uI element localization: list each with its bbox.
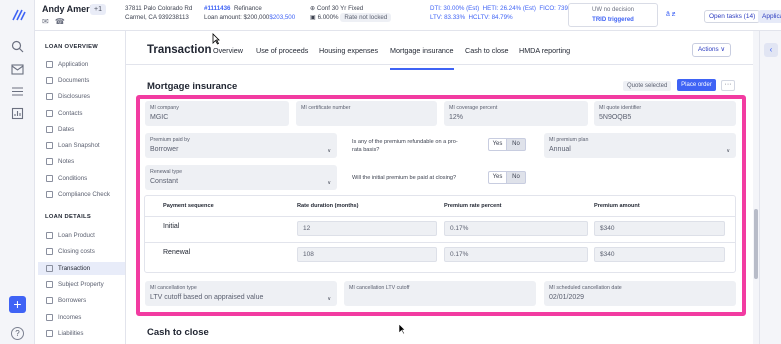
inbox-icon[interactable]	[11, 63, 24, 76]
borrowers-icon	[46, 297, 53, 304]
sidebar-item-loan-product[interactable]: Loan Product	[38, 229, 125, 242]
sidebar-item-disclosures[interactable]: Disclosures	[38, 90, 125, 103]
tabs-divider	[126, 64, 759, 65]
right-panel: ‹	[759, 31, 781, 344]
loan-product-icon	[46, 232, 53, 239]
contact-icons[interactable]: ✉ ☎	[42, 17, 67, 26]
closing-costs-icon	[46, 248, 53, 255]
address-line2: Carmel, CA 939238113	[125, 14, 189, 21]
dti-value[interactable]: DTI: 30.00% (Est)	[430, 5, 479, 12]
mouse-pointer-icon	[398, 323, 406, 335]
help-icon[interactable]: ?	[11, 327, 24, 340]
trid-status[interactable]: TRID triggered	[569, 15, 657, 25]
loan-details-heading: LOAN DETAILS	[45, 214, 92, 220]
tab-mortgage-insurance[interactable]: Mortgage insurance	[390, 46, 454, 70]
application-icon	[46, 61, 53, 68]
main-content: Transaction Overview Use of proceeds Hou…	[126, 31, 759, 344]
rate-lock-status: Rate not locked	[340, 13, 392, 22]
section-title: Mortgage insurance	[147, 81, 238, 92]
sidebar-item-transaction[interactable]: Transaction	[38, 262, 125, 275]
tab-hmda-reporting[interactable]: HMDA reporting	[519, 46, 570, 55]
sidebar-item-subject-property[interactable]: Subject Property	[38, 278, 125, 291]
fico-value[interactable]: FICO: 739	[539, 5, 568, 12]
sidebar-item-application[interactable]: Application	[38, 58, 125, 71]
loan-purpose: Refinance	[233, 5, 262, 12]
sidebar-item-incomes[interactable]: Incomes	[38, 311, 125, 324]
add-button[interactable]: +	[9, 296, 26, 313]
liabilities-icon	[46, 330, 53, 337]
loan-rate: 6.000%	[317, 14, 339, 21]
sidebar-item-liabilities[interactable]: Liabilities	[38, 327, 125, 340]
co-borrower-badge[interactable]: +1	[90, 4, 106, 15]
loan-amount: Loan amount: $200,000	[204, 14, 270, 21]
loan-header: Andy America +1 ✉ ☎ 37811 Palo Colorado …	[35, 0, 781, 31]
hi-badge[interactable]: ā ƶ	[666, 11, 675, 18]
sidebar-item-loan-snapshot[interactable]: Loan Snapshot	[38, 139, 125, 152]
actions-dropdown[interactable]: Actions ∨	[692, 43, 731, 57]
sidebar-item-borrowers[interactable]: Borrowers	[38, 294, 125, 307]
home-icon	[46, 281, 53, 288]
mouse-cursor-icon	[212, 33, 220, 45]
report-icon[interactable]	[11, 107, 24, 120]
cash-to-close-heading: Cash to close	[147, 327, 209, 338]
page-title: Transaction	[147, 44, 212, 56]
sidebar-item-compliance-check[interactable]: Compliance Check	[38, 188, 125, 201]
collapse-panel-icon[interactable]: ‹	[764, 43, 778, 57]
ltv-value[interactable]: LTV: 83.33%	[430, 14, 465, 21]
loan-product: Conf 30 Yr Fixed	[316, 5, 364, 12]
loan-amount-link[interactable]: $203,500	[269, 14, 295, 21]
calendar-icon	[46, 126, 53, 133]
address-line1: 37811 Palo Colorado Rd	[125, 5, 193, 12]
open-tasks-button[interactable]: Open tasks (14)	[704, 10, 761, 23]
sidebar-item-notes[interactable]: Notes	[38, 155, 125, 168]
tab-housing-expenses[interactable]: Housing expenses	[319, 46, 378, 55]
incomes-icon	[46, 314, 53, 321]
conditions-icon	[46, 175, 53, 182]
compliance-icon	[46, 191, 53, 198]
tab-use-of-proceeds[interactable]: Use of proceeds	[256, 46, 308, 55]
application-status[interactable]: Application	[758, 10, 781, 23]
section-more-icon[interactable]: ···	[721, 80, 735, 91]
hcltv-value[interactable]: HCLTV: 84.79%	[469, 14, 513, 21]
sidebar-item-closing-costs[interactable]: Closing costs	[38, 245, 125, 258]
loan-number[interactable]: #1111436	[204, 5, 231, 12]
uw-status-box[interactable]: UW no decision TRID triggered	[568, 3, 658, 27]
sidebar-item-conditions[interactable]: Conditions	[38, 172, 125, 185]
sidebar-item-documents[interactable]: Documents	[38, 74, 125, 87]
left-rail: + ?	[0, 0, 35, 344]
loan-sidebar: LOAN OVERVIEW Application Documents Disc…	[35, 31, 126, 344]
heti-value[interactable]: HETI: 26.24% (Est)	[483, 5, 536, 12]
disclosures-icon	[46, 93, 53, 100]
notes-icon	[46, 158, 53, 165]
snapshot-icon	[46, 142, 53, 149]
transaction-icon	[46, 265, 53, 272]
uw-status: UW no decision	[591, 7, 635, 13]
list-icon[interactable]	[11, 85, 24, 98]
app-logo-icon[interactable]	[9, 6, 27, 24]
tab-cash-to-close[interactable]: Cash to close	[465, 46, 509, 55]
sidebar-item-dates[interactable]: Dates	[38, 123, 125, 136]
sidebar-item-contacts[interactable]: Contacts	[38, 107, 125, 120]
scrollbar-thumb[interactable]	[754, 209, 758, 279]
quote-selected-badge: Quote selected	[623, 81, 672, 91]
contacts-icon	[46, 110, 53, 117]
place-order-button[interactable]: Place order	[677, 79, 716, 91]
search-icon[interactable]	[11, 40, 24, 53]
loan-overview-heading: LOAN OVERVIEW	[45, 44, 99, 50]
highlight-box	[136, 95, 746, 316]
documents-icon	[46, 77, 53, 84]
tab-overview[interactable]: Overview	[213, 46, 243, 55]
